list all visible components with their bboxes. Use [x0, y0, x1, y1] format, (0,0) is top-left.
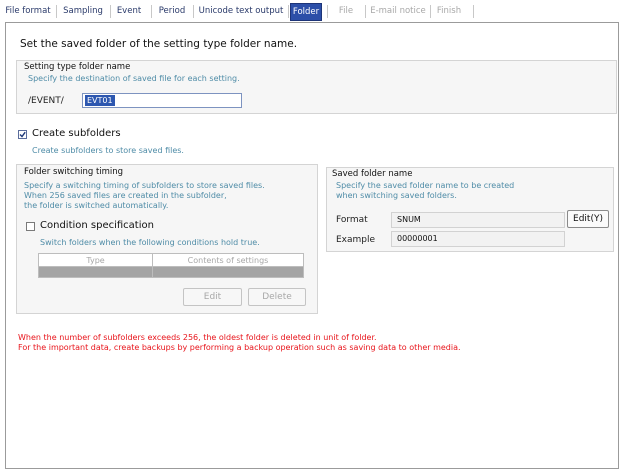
tab-sampling[interactable]: Sampling [60, 4, 106, 19]
tab-finish[interactable]: Finish [433, 4, 465, 19]
tab-period[interactable]: Period [154, 4, 190, 19]
condition-specification-hint: Switch folders when the following condit… [40, 238, 260, 247]
example-value: 00000001 [391, 231, 565, 247]
tab-bar: File format Sampling Event Period Unicod… [0, 0, 621, 22]
warning-text-2: For the important data, create backups b… [18, 343, 461, 352]
example-label: Example [336, 235, 376, 245]
format-label: Format [336, 215, 368, 225]
tab-unicode-text-output[interactable]: Unicode text output [196, 4, 286, 19]
conditions-table[interactable]: Type Contents of settings [38, 253, 304, 278]
setting-type-folder-input[interactable]: EVT01 [82, 93, 242, 108]
tab-divider [110, 5, 111, 18]
tab-folder[interactable]: Folder [290, 3, 322, 21]
tab-divider [327, 5, 328, 18]
tab-divider [193, 5, 194, 18]
table-cell[interactable] [38, 266, 153, 278]
condition-specification-label[interactable]: Condition specification [40, 220, 154, 231]
page-title: Set the saved folder of the setting type… [20, 38, 298, 50]
table-cell[interactable] [152, 266, 304, 278]
tab-file[interactable]: File [330, 4, 362, 19]
conditions-table-header: Type Contents of settings [38, 253, 304, 267]
folder-switching-hint-2: When 256 saved files are created in the … [24, 191, 227, 200]
setting-type-folder-value: EVT01 [85, 95, 115, 106]
table-row[interactable] [38, 266, 304, 278]
saved-folder-hint-1: Specify the saved folder name to be crea… [336, 181, 515, 190]
condition-edit-button[interactable]: Edit [183, 288, 242, 306]
folder-switching-hint-3: the folder is switched automatically. [24, 201, 169, 210]
tab-divider [56, 5, 57, 18]
saved-folder-group-label: Saved folder name [332, 169, 413, 179]
tab-divider [473, 5, 474, 18]
tab-event[interactable]: Event [113, 4, 145, 19]
tab-divider [151, 5, 152, 18]
condition-delete-button[interactable]: Delete [248, 288, 306, 306]
tab-divider [365, 5, 366, 18]
format-edit-button[interactable]: Edit(Y) [567, 210, 609, 228]
condition-specification-checkbox[interactable] [26, 222, 35, 231]
setting-type-hint: Specify the destination of saved file fo… [28, 74, 240, 83]
column-header-type: Type [38, 253, 153, 267]
create-subfolders-hint: Create subfolders to store saved files. [32, 146, 184, 155]
folder-switching-group-label: Folder switching timing [24, 167, 124, 177]
folder-switching-hint-1: Specify a switching timing of subfolders… [24, 181, 265, 190]
checkmark-icon [19, 131, 26, 138]
tab-divider [430, 5, 431, 18]
saved-folder-hint-2: when switching saved folders. [336, 191, 457, 200]
setting-type-group-label: Setting type folder name [24, 62, 131, 72]
format-value: SNUM [391, 212, 565, 228]
tab-e-mail-notice[interactable]: E-mail notice [369, 4, 427, 19]
column-header-contents: Contents of settings [152, 253, 304, 267]
create-subfolders-checkbox[interactable] [18, 130, 27, 139]
event-folder-prefix: /EVENT/ [28, 96, 64, 106]
tab-file-format[interactable]: File format [4, 4, 52, 19]
tab-divider [288, 5, 289, 18]
create-subfolders-label[interactable]: Create subfolders [32, 128, 121, 139]
warning-text-1: When the number of subfolders exceeds 25… [18, 333, 377, 342]
